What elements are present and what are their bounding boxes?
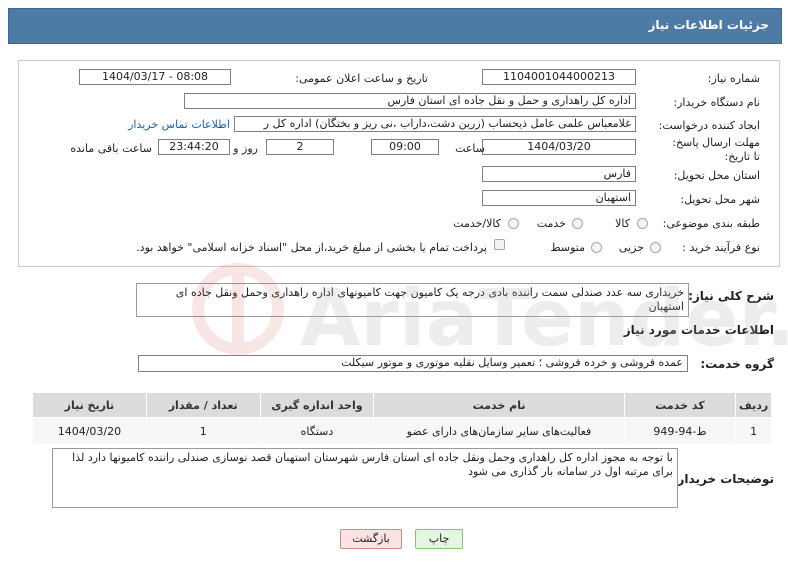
announce-datetime-field: 1404/03/17 - 08:08: [79, 69, 231, 85]
category-label: طبقه بندی موضوعی:: [662, 217, 760, 230]
creator-label: ایجاد کننده درخواست:: [658, 119, 760, 132]
need-number-field: 1104001044000213: [482, 69, 636, 85]
col-date: تاریخ نیاز: [32, 392, 147, 418]
process-label: نوع فرآیند خرید :: [682, 241, 760, 254]
table-row: 1 ط-94-949 فعالیت‌های سایر سازمان‌های دا…: [32, 417, 772, 445]
cell-row: 1: [735, 417, 772, 445]
buyer-org-label: نام دستگاه خریدار:: [673, 96, 760, 109]
col-name: نام خدمت: [373, 392, 625, 418]
process-minor-label: جزیی: [618, 241, 644, 254]
col-row: ردیف: [735, 392, 772, 418]
deadline-time-label: ساعت: [455, 142, 485, 155]
service-group-field: عمده فروشی و خرده فروشی ؛ تعمیر وسایل نق…: [138, 355, 688, 372]
cell-qty: 1: [145, 417, 261, 445]
announce-datetime-label: تاریخ و ساعت اعلان عمومی:: [295, 72, 428, 85]
province-label: استان محل تحویل:: [673, 169, 760, 182]
treasury-payment-checkbox[interactable]: [494, 239, 505, 250]
service-group-label: گروه خدمت:: [700, 357, 774, 371]
buyer-contact-link[interactable]: اطلاعات تماس خریدار: [128, 118, 230, 131]
creator-field: غلامعباس علمی عامل ذیحساب (زرین دشت،دارا…: [234, 116, 636, 132]
services-section-title: اطلاعات خدمات مورد نیاز: [623, 323, 774, 337]
col-qty: تعداد / مقدار: [145, 392, 261, 418]
summary-text: خریداری سه عدد صندلی سمت راننده بادی درج…: [136, 283, 689, 317]
deadline-time-field: 09:00: [371, 139, 439, 155]
summary-label: شرح کلی نیاز:: [688, 289, 774, 303]
page-header: جزئیات اطلاعات نیاز: [8, 8, 782, 44]
deadline-label: مهلت ارسال پاسخ: تا تاریخ:: [672, 136, 760, 163]
remaining-days-label: روز و: [233, 142, 258, 155]
buyer-notes-text: با توجه به مجوز اداره کل راهداری وحمل ون…: [52, 448, 678, 508]
col-code: کد خدمت: [623, 392, 737, 418]
process-medium-radio[interactable]: [591, 242, 602, 253]
services-table: ردیف کد خدمت نام خدمت واحد اندازه گیری ت…: [32, 392, 772, 445]
city-label: شهر محل تحویل:: [680, 193, 760, 206]
buyer-org-field: اداره کل راهداری و حمل و نقل جاده ای است…: [184, 93, 636, 109]
category-goods-label: کالا: [615, 217, 630, 230]
buyer-notes-label: توضیحات خریدار:: [672, 472, 774, 486]
print-button[interactable]: چاپ: [415, 529, 463, 549]
cell-date: 1404/03/20: [32, 417, 147, 445]
category-service-label: خدمت: [536, 217, 566, 230]
deadline-date-field: 1404/03/20: [482, 139, 636, 155]
treasury-payment-note: پرداخت تمام یا بخشی از مبلغ خرید،از محل …: [136, 241, 487, 254]
page-title: جزئیات اطلاعات نیاز: [648, 18, 769, 32]
province-field: فارس: [482, 166, 636, 182]
category-service-radio[interactable]: [572, 218, 583, 229]
back-button[interactable]: بازگشت: [340, 529, 402, 549]
remaining-time-label: ساعت باقی مانده: [70, 142, 152, 155]
category-goods-radio[interactable]: [637, 218, 648, 229]
need-number-label: شماره نیاز:: [707, 72, 760, 85]
cell-name: فعالیت‌های سایر سازمان‌های دارای عضو: [373, 417, 625, 445]
remaining-days-field: 2: [266, 139, 334, 155]
cell-unit: دستگاه: [259, 417, 375, 445]
process-medium-label: متوسط: [550, 241, 585, 254]
process-minor-radio[interactable]: [650, 242, 661, 253]
city-field: استهبان: [482, 190, 636, 206]
remaining-time-field: 23:44:20: [158, 139, 230, 155]
category-goods-service-radio[interactable]: [508, 218, 519, 229]
services-table-header: ردیف کد خدمت نام خدمت واحد اندازه گیری ت…: [32, 392, 772, 418]
col-unit: واحد اندازه گیری: [259, 392, 375, 418]
category-goods-service-label: کالا/خدمت: [453, 217, 501, 230]
cell-code: ط-94-949: [623, 417, 737, 445]
